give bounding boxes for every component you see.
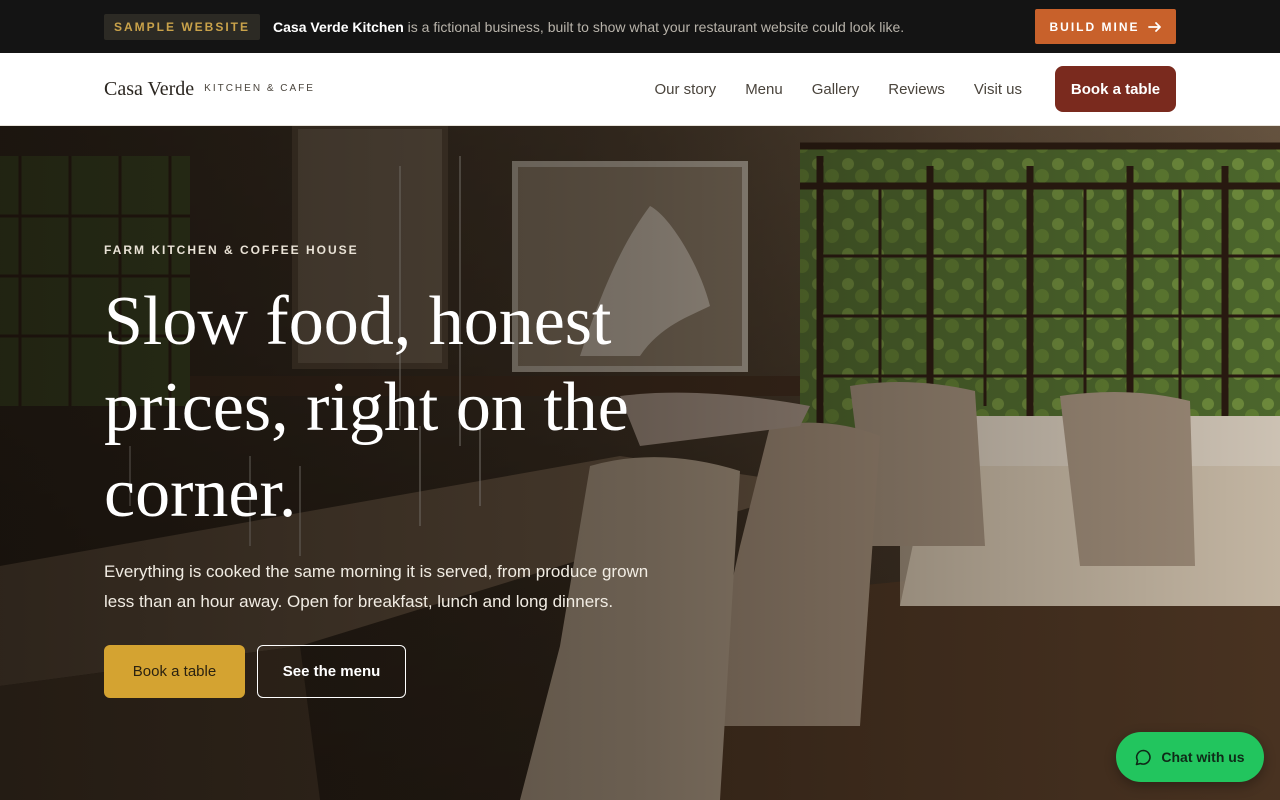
sample-badge: SAMPLE WEBSITE [104,13,261,40]
banner-business-name: Casa Verde Kitchen [273,18,404,35]
hero-headline: Slow food, honest prices, right on the c… [104,283,629,532]
arrow-right-icon [1147,21,1161,32]
see-menu-button[interactable]: See the menu [257,645,406,698]
build-mine-button[interactable]: BUILD MINE [1035,9,1176,44]
nav-link-our-story[interactable]: Our story [655,81,717,98]
banner-description: is a fictional business, built to show w… [403,18,905,35]
logo[interactable]: Casa Verde [104,78,194,101]
build-mine-label: BUILD MINE [1049,19,1140,34]
nav-link-gallery[interactable]: Gallery [812,81,860,98]
nav-book-table-button[interactable]: Book a table [1055,66,1176,112]
nav-link-menu[interactable]: Menu [745,81,783,98]
nav-links: Our story Menu Gallery Reviews Visit us [655,53,1023,126]
banner-text: Casa Verde Kitchen is a fictional busine… [273,19,904,35]
nav-link-visit-us[interactable]: Visit us [974,81,1022,98]
sample-banner: SAMPLE WEBSITE Casa Verde Kitchen is a f… [0,0,1280,53]
logo-subtitle: KITCHEN & CAFE [204,82,315,94]
nav-link-reviews[interactable]: Reviews [888,81,945,98]
hero-eyebrow: FARM KITCHEN & COFFEE HOUSE [104,243,359,257]
chat-bubble-icon [1136,749,1152,765]
hero-section: FARM KITCHEN & COFFEE HOUSE Slow food, h… [0,126,1280,800]
main-nav: Casa Verde KITCHEN & CAFE Our story Menu… [0,53,1280,126]
hero-book-table-button[interactable]: Book a table [104,645,245,698]
hero-buttons: Book a table See the menu [104,645,724,698]
hero-lede: Everything is cooked the same morning it… [104,562,649,611]
chat-label: Chat with us [1161,749,1245,765]
hero-content: FARM KITCHEN & COFFEE HOUSE Slow food, h… [104,243,724,698]
chat-button[interactable]: Chat with us [1116,732,1264,782]
